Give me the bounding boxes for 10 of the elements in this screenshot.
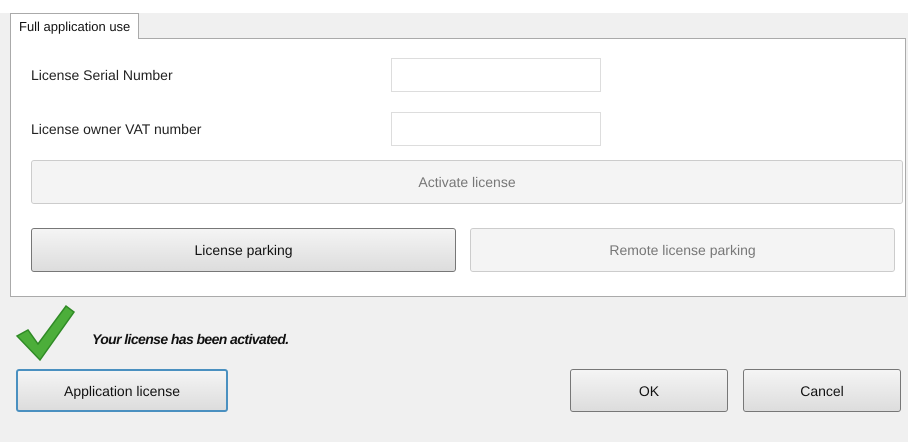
dialog-button[interactable]: Cancel <box>743 369 901 412</box>
tab[interactable]: Full application use <box>10 13 140 39</box>
dialog-button[interactable]: Application license <box>16 369 228 412</box>
field-label: License Serial Number <box>31 67 174 83</box>
status-message: Your license has been activated. <box>92 331 289 347</box>
input-field[interactable] <box>391 58 601 92</box>
input-field[interactable] <box>391 112 601 146</box>
dialog-button[interactable]: OK <box>570 369 728 412</box>
parking-button[interactable]: License parking <box>31 228 456 272</box>
field-label: License owner VAT number <box>31 121 202 137</box>
